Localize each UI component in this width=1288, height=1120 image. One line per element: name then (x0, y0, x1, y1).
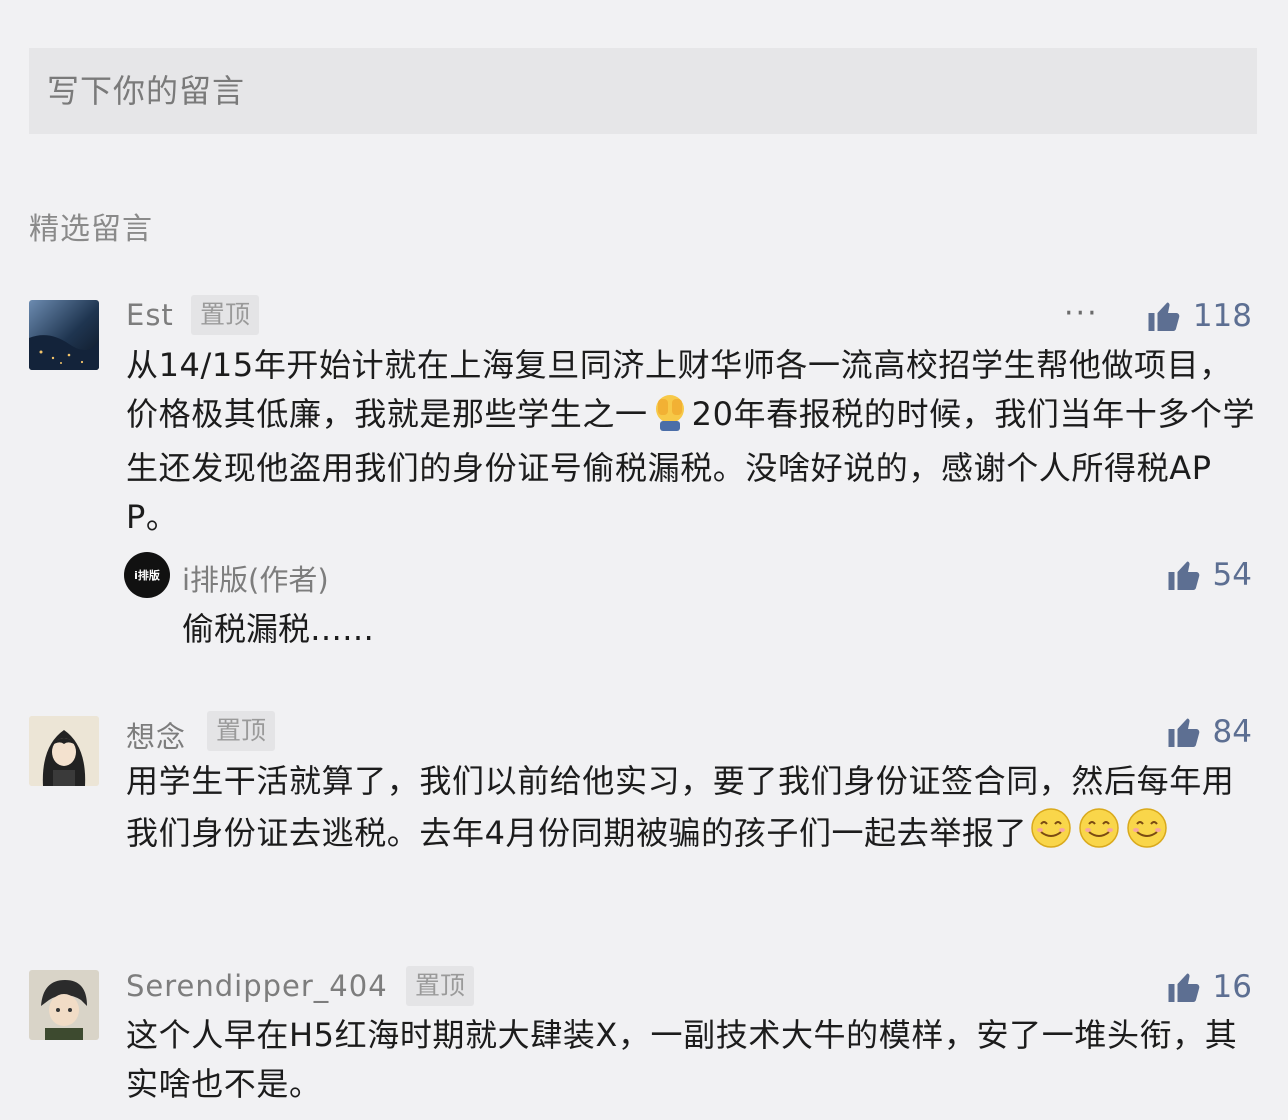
pinned-badge: 置顶 (406, 966, 475, 1006)
like-button[interactable]: 84 (1167, 710, 1252, 754)
reply-nickname[interactable]: i排版(作者) (182, 557, 329, 599)
avatar-serendipper[interactable] (29, 970, 99, 1040)
comment-text: 用学生干活就算了，我们以前给他实习，要了我们身份证签合同，然后每年用我们身份证去… (126, 757, 1256, 863)
thumbs-up-icon (1148, 302, 1180, 331)
reply-like-button[interactable]: 54 (1167, 553, 1252, 597)
thumbs-up-icon (1168, 718, 1199, 747)
thumbs-up-icon (1168, 973, 1199, 1002)
comment-text: 从14/15年开始计就在上海复旦同济上财华师各一流高校招学生帮他做项目，价格极其… (126, 341, 1256, 541)
facepalm-emoji (650, 391, 690, 445)
like-count: 118 (1192, 298, 1252, 334)
comment-input[interactable]: 写下你的留言 (29, 48, 1257, 134)
smile-emoji (1125, 806, 1169, 864)
smile-emoji (1077, 806, 1121, 864)
pinned-badge: 置顶 (191, 295, 260, 335)
author-avatar[interactable]: i排版 (124, 552, 170, 598)
comment-nickname[interactable]: Serendipper_404 (126, 969, 388, 1003)
section-title: 精选留言 (29, 212, 153, 247)
more-icon[interactable]: ··· (1064, 296, 1099, 331)
thumbs-up-icon (1168, 561, 1199, 590)
avatar-xiangnian[interactable] (29, 716, 99, 786)
comment-nickname[interactable]: Est (126, 298, 174, 332)
like-button[interactable]: 16 (1167, 965, 1252, 1009)
comment-text: 这个人早在H5红海时期就大肆装X，一副技术大牛的模样，安了一堆头衔，其实啥也不是… (126, 1016, 1238, 1103)
like-count: 16 (1212, 969, 1252, 1005)
smile-emoji (1029, 806, 1073, 864)
like-count: 84 (1212, 714, 1252, 750)
pinned-badge: 置顶 (207, 711, 276, 751)
comment-nickname[interactable]: 想念 (126, 714, 186, 756)
avatar-est[interactable] (29, 300, 99, 370)
reply-text: 偷税漏税…… (182, 610, 375, 648)
like-count: 54 (1212, 557, 1252, 593)
like-button[interactable]: 118 (1147, 294, 1252, 338)
